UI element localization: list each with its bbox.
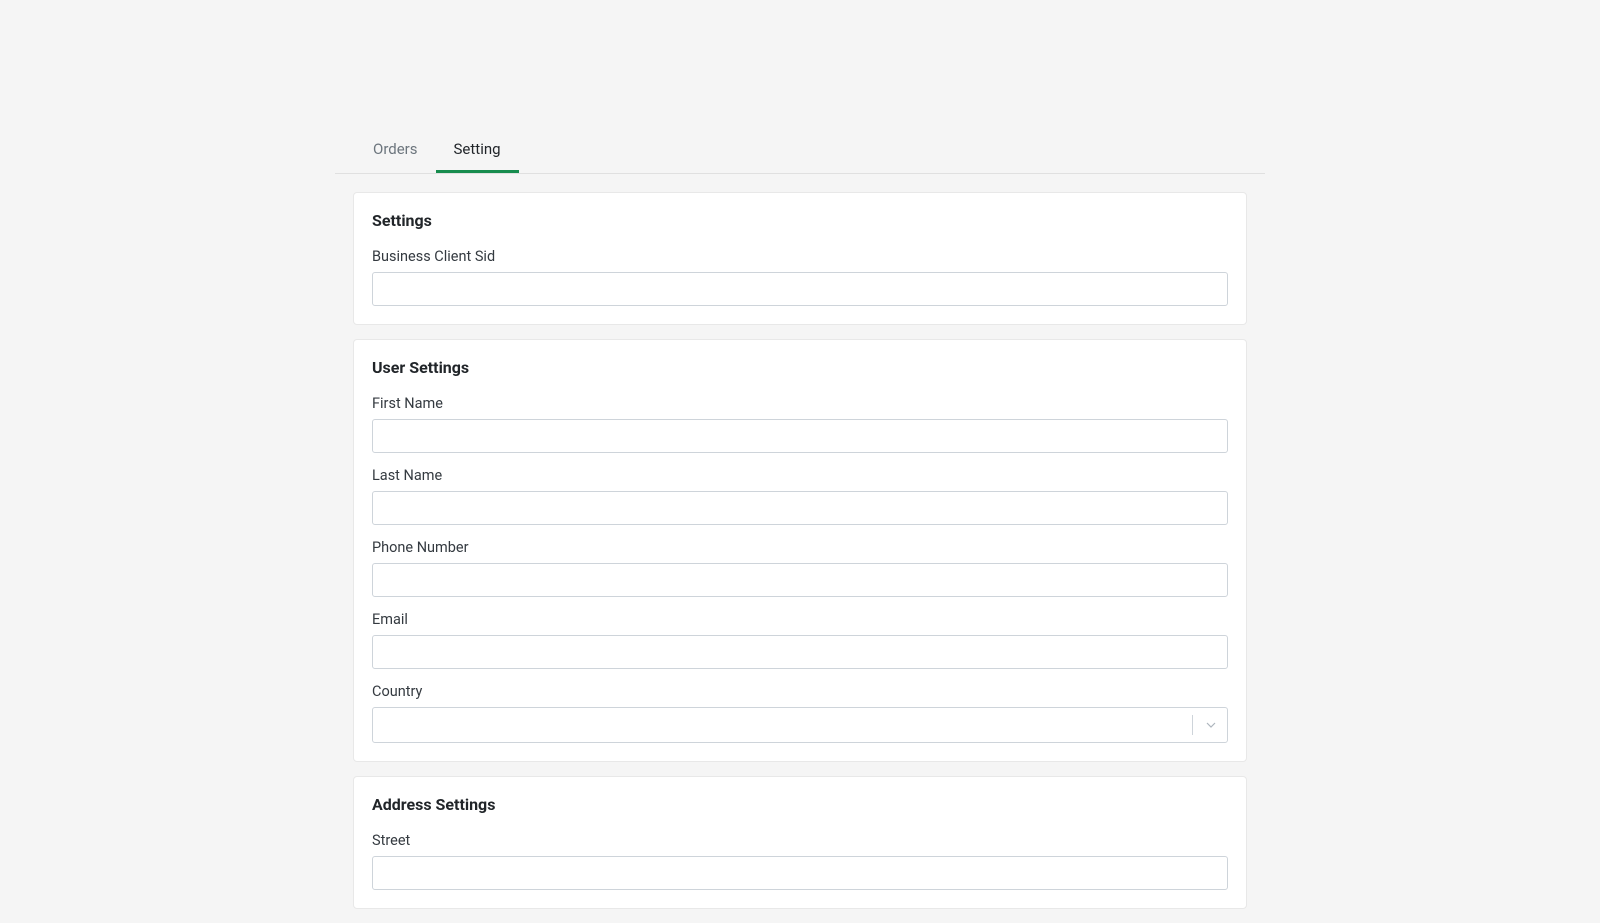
first-name-label: First Name: [372, 395, 1228, 412]
last-name-group: Last Name: [372, 467, 1228, 525]
first-name-input[interactable]: [372, 419, 1228, 453]
tabs-bar: Orders Setting: [335, 130, 1265, 174]
select-divider: [1192, 715, 1193, 735]
phone-number-input[interactable]: [372, 563, 1228, 597]
tab-setting[interactable]: Setting: [436, 130, 519, 173]
street-group: Street: [372, 832, 1228, 890]
business-client-sid-input[interactable]: [372, 272, 1228, 306]
phone-number-label: Phone Number: [372, 539, 1228, 556]
first-name-group: First Name: [372, 395, 1228, 453]
settings-title: Settings: [372, 211, 1228, 230]
country-select-value: [373, 715, 1192, 735]
tab-orders[interactable]: Orders: [355, 130, 436, 173]
tabs: Orders Setting: [355, 130, 1265, 173]
business-client-sid-group: Business Client Sid: [372, 248, 1228, 306]
country-select[interactable]: [372, 707, 1228, 743]
main-container: Orders Setting Settings Business Client …: [335, 0, 1265, 909]
last-name-input[interactable]: [372, 491, 1228, 525]
user-settings-title: User Settings: [372, 358, 1228, 377]
settings-card: Settings Business Client Sid: [353, 192, 1247, 325]
country-group: Country: [372, 683, 1228, 743]
email-group: Email: [372, 611, 1228, 669]
last-name-label: Last Name: [372, 467, 1228, 484]
email-label: Email: [372, 611, 1228, 628]
email-input[interactable]: [372, 635, 1228, 669]
address-settings-card: Address Settings Street: [353, 776, 1247, 909]
phone-number-group: Phone Number: [372, 539, 1228, 597]
user-settings-card: User Settings First Name Last Name Phone…: [353, 339, 1247, 762]
street-label: Street: [372, 832, 1228, 849]
country-label: Country: [372, 683, 1228, 700]
address-settings-title: Address Settings: [372, 795, 1228, 814]
business-client-sid-label: Business Client Sid: [372, 248, 1228, 265]
chevron-down-icon: [1195, 717, 1227, 733]
street-input[interactable]: [372, 856, 1228, 890]
